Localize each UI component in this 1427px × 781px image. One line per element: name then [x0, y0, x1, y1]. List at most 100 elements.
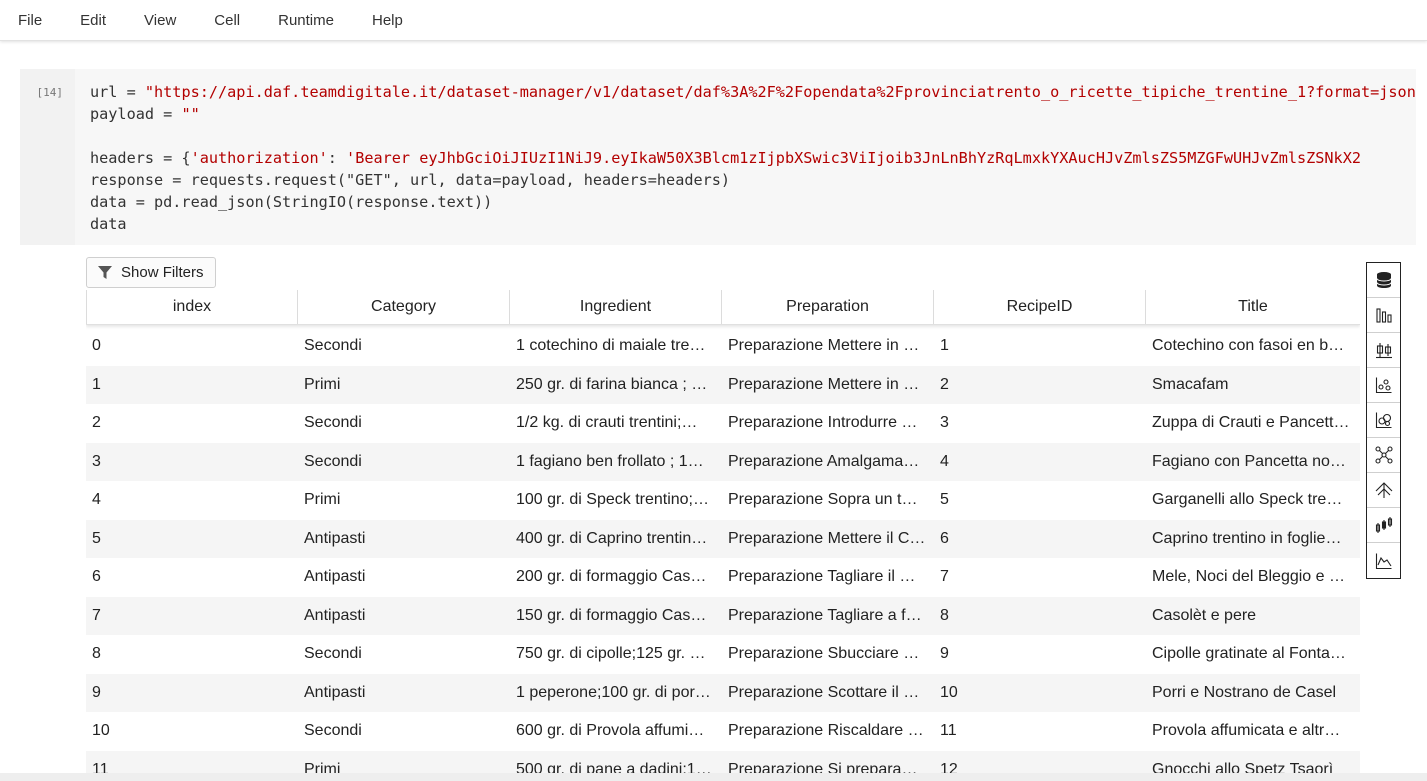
table-row[interactable]: 3 Secondi 1 fagiano ben frollato ; 1… Prepa… — [86, 442, 1360, 481]
table-cell: 1/2 kg. di crauti trentini;… — [516, 414, 698, 432]
cell-prompt: [14] — [20, 69, 75, 245]
table-cell: 1 — [940, 337, 949, 355]
table-cell: 5 — [92, 529, 101, 547]
table-cell: Casolèt e pere — [1152, 606, 1257, 624]
table-cell: Fagiano con Pancetta no… — [1152, 452, 1346, 470]
table-cell: Primi — [304, 375, 341, 393]
table-cell: 1 — [92, 375, 101, 393]
table-cell: Secondi — [304, 645, 362, 663]
table-row[interactable]: 0 Secondi 1 cotechino di maiale tre… Prepar… — [86, 327, 1360, 366]
table-header: index Category Ingredient Preparation Re… — [86, 290, 1360, 325]
table-cell: Secondi — [304, 414, 362, 432]
table-cell: Antipasti — [304, 529, 366, 547]
database-icon[interactable] — [1367, 263, 1400, 298]
column-header-index[interactable]: index — [86, 290, 298, 324]
table-cell: 750 gr. di cipolle;125 gr. … — [516, 645, 706, 663]
table-cell: 6 — [940, 529, 949, 547]
menu-file[interactable]: File — [10, 12, 50, 29]
table-cell: 5 — [940, 491, 949, 509]
table-cell: 9 — [92, 683, 101, 701]
table-cell: Porri e Nostrano de Casel — [1152, 683, 1337, 701]
table-cell: Preparazione Mettere in … — [728, 337, 920, 355]
table-cell: 8 — [940, 606, 949, 624]
box-plot-icon[interactable] — [1367, 333, 1400, 368]
column-header-ingredient[interactable]: Ingredient — [510, 290, 722, 324]
table-cell: Cipolle gratinate al Fonta… — [1152, 645, 1346, 663]
table-cell: 600 gr. di Provola affumi… — [516, 722, 705, 740]
code-line-4: headers = {'authorization': 'Bearer eyJh… — [90, 149, 1361, 167]
table-cell: Garganelli allo Speck tre… — [1152, 491, 1343, 509]
show-filters-button[interactable]: Show Filters — [86, 257, 216, 288]
table-cell: 7 — [92, 606, 101, 624]
table-cell: 2 — [940, 375, 949, 393]
table-cell: Antipasti — [304, 568, 366, 586]
table-cell: Preparazione Amalgama… — [728, 452, 920, 470]
table-cell: Preparazione Tagliare il … — [728, 568, 916, 586]
code-line-6: data = pd.read_json(StringIO(response.te… — [90, 193, 493, 211]
code-line-1: url = "https://api.daf.teamdigitale.it/d… — [90, 83, 1416, 101]
table-cell: Secondi — [304, 722, 362, 740]
table-cell: Caprino trentino in foglie… — [1152, 529, 1342, 547]
menu-bar: File Edit View Cell Runtime Help — [0, 0, 1427, 41]
bubble-chart-icon[interactable] — [1367, 403, 1400, 438]
table-cell: Provola affumicata e altr… — [1152, 722, 1341, 740]
table-row[interactable]: 2 Secondi 1/2 kg. di crauti trentini;… Prep… — [86, 404, 1360, 443]
table-cell: 3 — [940, 414, 949, 432]
table-row[interactable]: 1 Primi 250 gr. di farina bianca ; … Prepar… — [86, 365, 1360, 404]
menu-runtime[interactable]: Runtime — [270, 12, 342, 29]
show-filters-label: Show Filters — [121, 264, 204, 281]
column-header-category[interactable]: Category — [298, 290, 510, 324]
table-row[interactable]: 5 Antipasti 400 gr. di Caprino trentin… Pre… — [86, 519, 1360, 558]
code-text[interactable]: url = "https://api.daf.teamdigitale.it/d… — [90, 81, 1416, 235]
table-cell: Smacafam — [1152, 375, 1229, 393]
menu-view[interactable]: View — [136, 12, 184, 29]
data-table: index Category Ingredient Preparation Re… — [86, 290, 1360, 781]
column-header-title[interactable]: Title — [1146, 290, 1360, 324]
code-line-7: data — [90, 215, 127, 233]
table-cell: 7 — [940, 568, 949, 586]
table-cell: 1 peperone;100 gr. di por… — [516, 683, 711, 701]
candlestick-icon[interactable] — [1367, 508, 1400, 543]
code-editor[interactable]: url = "https://api.daf.teamdigitale.it/d… — [75, 69, 1416, 245]
table-cell: Preparazione Mettere in … — [728, 375, 920, 393]
table-cell: Preparazione Scottare il … — [728, 683, 920, 701]
execution-count: [14] — [36, 86, 64, 99]
table-cell: 250 gr. di farina bianca ; … — [516, 375, 708, 393]
column-header-preparation[interactable]: Preparation — [722, 290, 934, 324]
table-cell: 10 — [940, 683, 958, 701]
table-cell: Secondi — [304, 452, 362, 470]
code-cell[interactable]: [14] url = "https://api.daf.teamdigitale… — [20, 69, 1416, 245]
table-cell: 8 — [92, 645, 101, 663]
filter-icon — [98, 265, 112, 280]
menu-cell[interactable]: Cell — [206, 12, 248, 29]
menu-help[interactable]: Help — [364, 12, 411, 29]
table-cell: 10 — [92, 722, 110, 740]
table-cell: Mele, Noci del Bleggio e … — [1152, 568, 1345, 586]
table-cell: Primi — [304, 491, 341, 509]
table-row[interactable]: 6 Antipasti 200 gr. di formaggio Cas… Prepa… — [86, 558, 1360, 597]
table-cell: 2 — [92, 414, 101, 432]
tree-icon[interactable] — [1367, 473, 1400, 508]
table-row[interactable]: 8 Secondi 750 gr. di cipolle;125 gr. … Prep… — [86, 635, 1360, 674]
bar-chart-icon[interactable] — [1367, 298, 1400, 333]
table-cell: 1 fagiano ben frollato ; 1… — [516, 452, 704, 470]
table-cell: 1 cotechino di maiale tre… — [516, 337, 706, 355]
menu-edit[interactable]: Edit — [72, 12, 114, 29]
network-graph-icon[interactable] — [1367, 438, 1400, 473]
column-header-recipeid[interactable]: RecipeID — [934, 290, 1146, 324]
line-chart-icon[interactable] — [1367, 543, 1400, 578]
table-cell: Antipasti — [304, 683, 366, 701]
table-body: 0 Secondi 1 cotechino di maiale tre… Prepar… — [86, 325, 1360, 781]
table-cell: 4 — [940, 452, 949, 470]
table-row[interactable]: 10 Secondi 600 gr. di Provola affumi… Prepa… — [86, 712, 1360, 751]
table-cell: 0 — [92, 337, 101, 355]
table-cell: Preparazione Sbucciare … — [728, 645, 920, 663]
table-row[interactable]: 7 Antipasti 150 gr. di formaggio Cas… Prepa… — [86, 596, 1360, 635]
table-cell: 150 gr. di formaggio Cas… — [516, 606, 707, 624]
table-cell: Cotechino con fasoi en b… — [1152, 337, 1345, 355]
table-cell: 400 gr. di Caprino trentin… — [516, 529, 708, 547]
table-cell: Antipasti — [304, 606, 366, 624]
scatter-plot-icon[interactable] — [1367, 368, 1400, 403]
table-row[interactable]: 4 Primi 100 gr. di Speck trentino;… Prepara… — [86, 481, 1360, 520]
table-row[interactable]: 9 Antipasti 1 peperone;100 gr. di por… Prep… — [86, 673, 1360, 712]
